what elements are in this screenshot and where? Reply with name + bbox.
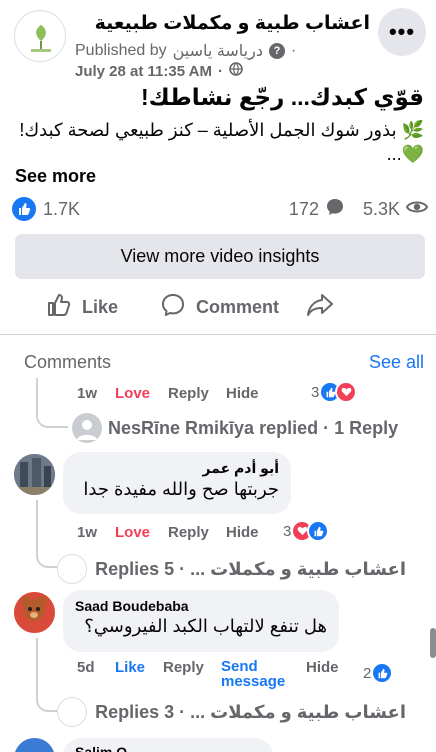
like-reaction-icon <box>371 662 394 684</box>
like-label: Like <box>82 296 119 317</box>
see-more-link[interactable]: See more <box>15 166 96 187</box>
comment-author[interactable]: Saad Boudebaba <box>75 598 327 614</box>
see-all-comments-link[interactable]: See all <box>369 352 424 373</box>
page-name[interactable]: اعشاب طبية و مكملات طبيعية <box>95 12 370 35</box>
comment-bubble: أبو أدم عمر جربتها صح والله مفيدة جدا <box>63 452 291 514</box>
published-by-row: Published by درياسة ياسين ? · <box>75 41 297 61</box>
share-button[interactable] <box>306 288 334 326</box>
comment-2-hide-button[interactable]: Hide <box>226 524 259 541</box>
published-by-name[interactable]: درياسة ياسين <box>173 41 263 61</box>
section-divider <box>0 334 436 335</box>
comment-author[interactable]: أبو أدم عمر <box>75 460 279 477</box>
comment-2-reactions[interactable]: 3 <box>283 520 330 542</box>
page-reply-avatar <box>57 554 88 584</box>
like-reaction-icon <box>12 197 36 221</box>
comment-1-reply-button[interactable]: Reply <box>168 385 209 402</box>
like-button[interactable]: Like <box>46 288 118 326</box>
replies-count-label: اعشاب طبية و مكملات ... · 3 Replies <box>95 701 406 722</box>
published-by-label: Published by <box>75 42 167 59</box>
comment-1-time: 1w <box>77 385 98 402</box>
view-insights-button[interactable]: View more video insights <box>15 234 425 279</box>
comment-1-reactions[interactable]: 3 <box>311 381 358 403</box>
stats-right: 172 5.3K <box>289 197 429 222</box>
comment-3-reaction-label[interactable]: Like <box>115 659 145 676</box>
replier-avatar[interactable] <box>72 413 102 443</box>
eye-icon <box>405 199 429 220</box>
thread-connector <box>36 400 68 428</box>
reactions-count: 1.7K <box>43 198 81 219</box>
comment-bubble: Salim O... <box>63 738 273 752</box>
comment-text: هل تنفع لالتهاب الكبد الفيروسي؟ <box>84 616 327 636</box>
comment-label: Comment <box>196 296 280 317</box>
globe-icon <box>229 62 243 80</box>
more-options-button[interactable]: ••• <box>378 8 426 56</box>
heart-reaction-icon <box>335 381 358 403</box>
comment-2-reaction-label[interactable]: Love <box>115 524 150 541</box>
comment-bubble: Saad Boudebaba هل تنفع لالتهاب الكبد الف… <box>63 590 339 652</box>
page-avatar[interactable] <box>14 10 66 62</box>
views-count: 5.3K <box>362 199 400 219</box>
comment-text: جربتها صح والله مفيدة جدا <box>83 479 279 499</box>
commenter-avatar[interactable] <box>14 454 55 495</box>
page-reply-avatar <box>57 697 88 727</box>
comment-button[interactable]: Comment <box>160 288 279 326</box>
comment-3-reply-button[interactable]: Reply <box>163 659 204 676</box>
send-message-button[interactable]: Send message <box>221 659 291 689</box>
view-reply-link[interactable]: NesRīne Rmikīya replied · 1 Reply <box>108 418 398 439</box>
comment-1-reaction-count: 3 <box>311 383 320 401</box>
comment-3-reactions[interactable]: 2 <box>363 662 394 684</box>
scrollbar-thumb[interactable] <box>430 628 436 658</box>
reactions-summary[interactable]: 1.7K <box>12 197 80 221</box>
share-icon <box>306 292 334 323</box>
comment-1-hide-button[interactable]: Hide <box>226 385 259 402</box>
comment-3-time: 5d <box>77 659 95 676</box>
comment-3-reaction-count: 2 <box>363 664 372 682</box>
comments-count[interactable]: 172 <box>289 199 319 220</box>
commenter-avatar[interactable] <box>14 592 55 633</box>
comment-author[interactable]: Salim O... <box>75 744 261 752</box>
comment-2-reaction-count: 3 <box>283 522 292 540</box>
like-reaction-icon <box>307 520 330 542</box>
thumbs-up-icon <box>46 292 72 323</box>
comment-3-hide-button[interactable]: Hide <box>306 659 339 676</box>
comment-1-reaction-label[interactable]: Love <box>115 385 150 402</box>
post-actions-bar: Like Comment <box>0 288 436 326</box>
commenter-avatar[interactable] <box>14 738 55 752</box>
post-date-row: July 28 at 11:35 AM · <box>75 62 243 80</box>
comments-heading: Comments <box>24 352 112 372</box>
comment-2-reply-button[interactable]: Reply <box>168 524 209 541</box>
comment-bubble-icon <box>325 197 345 222</box>
post-title: قوّي كبدك... رجّع نشاطك! <box>141 84 424 110</box>
view-replies-link[interactable]: اعشاب طبية و مكملات ... · 5 Replies <box>57 554 406 584</box>
comment-icon <box>160 292 186 323</box>
replies-count-label: اعشاب طبية و مكملات ... · 5 Replies <box>95 558 406 579</box>
view-replies-link[interactable]: اعشاب طبية و مكملات ... · 3 Replies <box>57 697 406 727</box>
post-date[interactable]: July 28 at 11:35 AM <box>75 63 212 80</box>
comment-2-time: 1w <box>77 524 98 541</box>
ellipsis-icon: ••• <box>388 19 416 44</box>
post-body: 🌿 بذور شوك الجمل الأصلية – كنز طبيعي لصح… <box>19 120 424 164</box>
help-icon[interactable]: ? <box>268 43 285 59</box>
